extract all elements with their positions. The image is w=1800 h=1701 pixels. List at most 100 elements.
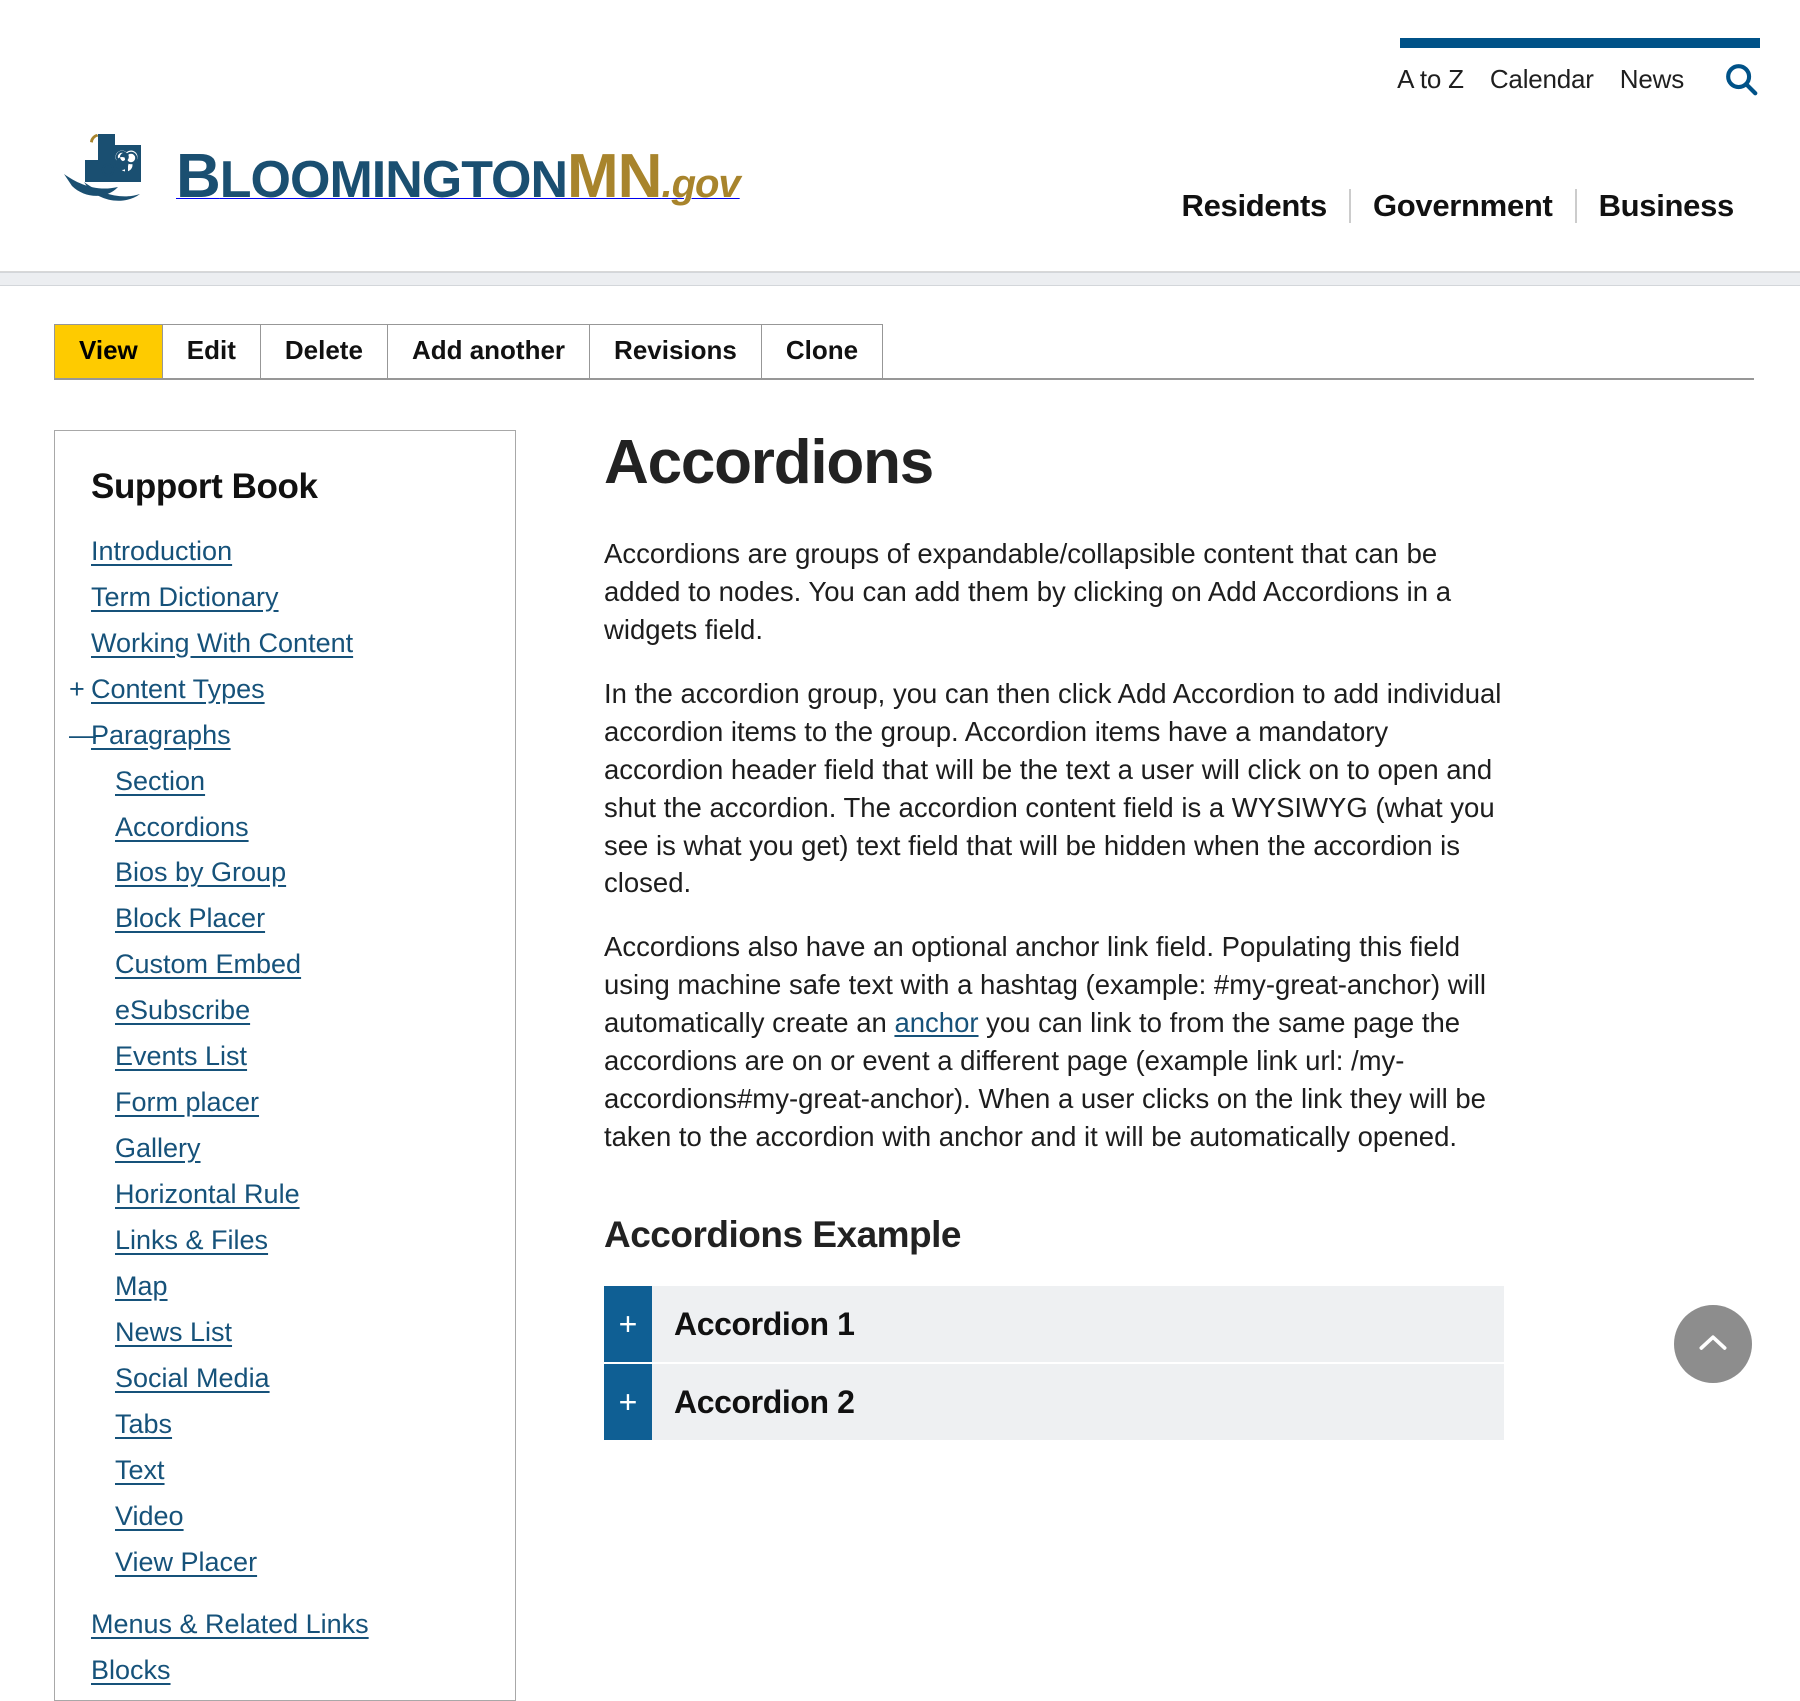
sidebar-link-blocks[interactable]: Blocks — [91, 1654, 171, 1687]
logo-word-gov: .gov — [661, 162, 740, 206]
sidebar-item-form-placer[interactable]: Form placer — [55, 1086, 515, 1119]
sidebar-link-tabs[interactable]: Tabs — [115, 1408, 172, 1441]
intro-paragraph-3: Accordions also have an optional anchor … — [604, 928, 1504, 1156]
sidebar-item-term-dictionary[interactable]: Term Dictionary — [55, 581, 515, 614]
header-separator-strip — [0, 272, 1800, 286]
sidebar-link-links-and-files[interactable]: Links & Files — [115, 1224, 268, 1257]
site-logo[interactable]: BLOOMINGTONMN.gov — [62, 118, 741, 211]
page-title: Accordions — [604, 427, 934, 497]
sidebar-link-view-placer[interactable]: View Placer — [115, 1546, 257, 1579]
sidebar-item-view-placer[interactable]: View Placer — [55, 1546, 515, 1579]
sidebar-item-custom-embed[interactable]: Custom Embed — [55, 948, 515, 981]
sidebar-sublist: Section Accordions Bios by Group Block P… — [55, 765, 515, 1579]
sidebar-item-accordions[interactable]: Accordions — [55, 811, 515, 844]
sidebar-subtree-paragraphs: Section Accordions Bios by Group Block P… — [55, 765, 515, 1579]
sidebar-link-horizontal-rule[interactable]: Horizontal Rule — [115, 1178, 300, 1211]
admin-tab-delete[interactable]: Delete — [259, 324, 388, 378]
collapse-minus-icon[interactable]: — — [69, 721, 96, 749]
sidebar-link-esubscribe[interactable]: eSubscribe — [115, 994, 250, 1027]
utility-nav-accent-bar — [1400, 38, 1760, 48]
sidebar-link-custom-embed[interactable]: Custom Embed — [115, 948, 301, 981]
sidebar-link-menus-and-related-links[interactable]: Menus & Related Links — [91, 1608, 369, 1641]
city-skyline-bird-logo-icon — [62, 124, 172, 208]
sidebar-title: Support Book — [91, 466, 318, 506]
sidebar-link-news-list[interactable]: News List — [115, 1316, 232, 1349]
intro-paragraph-1: Accordions are groups of expandable/coll… — [604, 537, 1451, 645]
accordion-label-1: Accordion 1 — [674, 1305, 855, 1342]
sidebar-item-content-types[interactable]: + Content Types — [55, 673, 515, 706]
content-area: Support Book Introduction Term Dictionar… — [0, 380, 1800, 1701]
admin-tab-edit[interactable]: Edit — [161, 324, 261, 378]
sidebar-item-news-list[interactable]: News List — [55, 1316, 515, 1349]
sidebar-link-introduction[interactable]: Introduction — [91, 535, 232, 568]
main-nav-item-residents[interactable]: Residents — [1159, 188, 1348, 224]
sidebar-link-paragraphs[interactable]: Paragraphs — [91, 719, 231, 752]
sidebar-item-esubscribe[interactable]: eSubscribe — [55, 994, 515, 1027]
chevron-up-icon — [1693, 1323, 1733, 1366]
logo-word-mn: MN — [567, 142, 662, 211]
admin-tab-add-another[interactable]: Add another — [386, 324, 591, 378]
sidebar-link-block-placer[interactable]: Block Placer — [115, 902, 265, 935]
sidebar-link-bios-by-group[interactable]: Bios by Group — [115, 856, 286, 889]
sidebar-link-video[interactable]: Video — [115, 1500, 184, 1533]
sidebar-link-social-media[interactable]: Social Media — [115, 1362, 270, 1395]
sidebar-item-bios-by-group[interactable]: Bios by Group — [55, 856, 515, 889]
site-header: A to Z Calendar News BLOOMINGTONMN.gov R… — [0, 0, 1800, 272]
accordions-example-heading: Accordions Example — [604, 1214, 962, 1256]
search-icon[interactable] — [1722, 60, 1760, 98]
admin-tab-view[interactable]: View — [54, 324, 163, 378]
utility-link-a-to-z[interactable]: A to Z — [1397, 64, 1464, 95]
sidebar-item-menus-and-related-links[interactable]: Menus & Related Links — [55, 1608, 515, 1641]
admin-tab-bar: View Edit Delete Add another Revisions C… — [54, 324, 1754, 380]
utility-link-calendar[interactable]: Calendar — [1490, 64, 1594, 95]
sidebar-item-text[interactable]: Text — [55, 1454, 515, 1487]
sidebar-item-links-and-files[interactable]: Links & Files — [55, 1224, 515, 1257]
sidebar-item-gallery[interactable]: Gallery — [55, 1132, 515, 1165]
sidebar-item-working-with-content[interactable]: Working With Content — [55, 627, 515, 660]
accordion-item-1[interactable]: + Accordion 1 — [604, 1286, 1504, 1363]
utility-nav: A to Z Calendar News — [1397, 60, 1760, 98]
support-book-sidebar: Support Book Introduction Term Dictionar… — [54, 429, 516, 1701]
sidebar-item-block-placer[interactable]: Block Placer — [55, 902, 515, 935]
sidebar-link-section[interactable]: Section — [115, 765, 205, 798]
sidebar-link-accordions[interactable]: Accordions — [115, 811, 249, 844]
sidebar-item-tabs[interactable]: Tabs — [55, 1408, 515, 1441]
sidebar-link-content-types[interactable]: Content Types — [91, 673, 265, 706]
anchor-link[interactable]: anchor — [894, 1007, 978, 1038]
accordion-label-2: Accordion 2 — [674, 1383, 855, 1420]
sidebar-item-events-list[interactable]: Events List — [55, 1040, 515, 1073]
sidebar-item-social-media[interactable]: Social Media — [55, 1362, 515, 1395]
back-to-top-button[interactable] — [1674, 1305, 1752, 1383]
accordion-expand-plus-icon[interactable]: + — [604, 1286, 652, 1363]
sidebar-item-introduction[interactable]: Introduction — [55, 535, 515, 568]
sidebar-link-gallery[interactable]: Gallery — [115, 1132, 201, 1165]
sidebar-link-events-list[interactable]: Events List — [115, 1040, 247, 1073]
sidebar-link-map[interactable]: Map — [115, 1270, 168, 1303]
admin-tab-revisions[interactable]: Revisions — [589, 324, 762, 378]
accordion-list: + Accordion 1 + Accordion 2 — [604, 1286, 1504, 1441]
sidebar-item-section[interactable]: Section — [55, 765, 515, 798]
accordion-expand-plus-icon[interactable]: + — [604, 1364, 652, 1441]
sidebar-item-video[interactable]: Video — [55, 1500, 515, 1533]
main-nav: Residents Government Business — [1159, 188, 1756, 224]
sidebar-item-map[interactable]: Map — [55, 1270, 515, 1303]
logo-word-bloomington: BLOOMINGTON — [176, 142, 568, 211]
expand-plus-icon[interactable]: + — [69, 675, 91, 703]
main-nav-item-government[interactable]: Government — [1351, 188, 1575, 224]
utility-link-news[interactable]: News — [1620, 64, 1684, 95]
sidebar-item-horizontal-rule[interactable]: Horizontal Rule — [55, 1178, 515, 1211]
sidebar-link-term-dictionary[interactable]: Term Dictionary — [91, 581, 279, 614]
utility-nav-area: A to Z Calendar News — [1397, 38, 1760, 98]
site-logo-text: BLOOMINGTONMN.gov — [176, 142, 741, 211]
sidebar-item-paragraphs[interactable]: — Paragraphs — [55, 719, 515, 752]
intro-paragraph-2: In the accordion group, you can then cli… — [604, 677, 1502, 899]
main-nav-item-business[interactable]: Business — [1577, 188, 1756, 224]
sidebar-item-blocks[interactable]: Blocks — [55, 1654, 515, 1687]
sidebar-link-text[interactable]: Text — [115, 1454, 165, 1487]
accordion-item-2[interactable]: + Accordion 2 — [604, 1364, 1504, 1441]
sidebar-list: Introduction Term Dictionary Working Wit… — [55, 535, 515, 1687]
admin-tab-clone[interactable]: Clone — [760, 324, 884, 378]
sidebar-link-working-with-content[interactable]: Working With Content — [91, 627, 353, 660]
main-content: Accordions Accordions are groups of expa… — [516, 430, 1746, 1442]
sidebar-link-form-placer[interactable]: Form placer — [115, 1086, 259, 1119]
